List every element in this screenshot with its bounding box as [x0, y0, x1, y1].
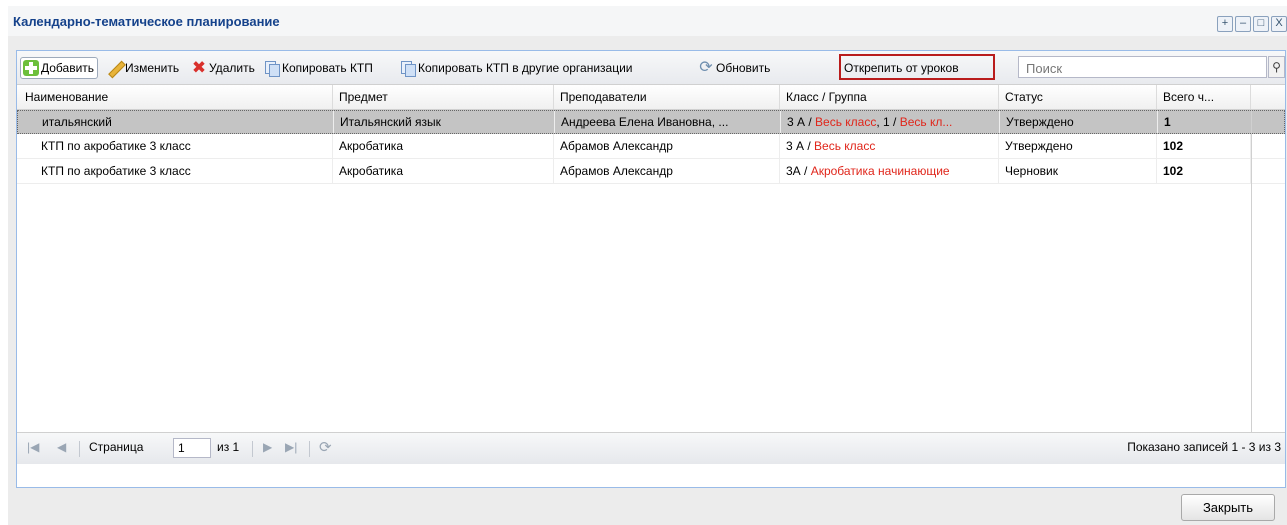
cell-subject: Итальянский язык: [334, 111, 555, 133]
cell-class-group: 3 А / Весь класс, 1 / Весь кл...: [781, 111, 1000, 133]
cell-status: Утверждено: [999, 134, 1157, 158]
pencil-icon: [107, 60, 123, 76]
minimize-window-button[interactable]: –: [1235, 16, 1251, 32]
paging-toolbar: |◀ ◀ Страница из 1 ▶ ▶| ⟳ Показано запис…: [17, 432, 1285, 464]
class-separator: /: [889, 115, 900, 129]
page-label: Страница: [89, 440, 144, 454]
copy-icon: [400, 60, 416, 77]
cell-name: итальянский: [18, 111, 334, 133]
add-label: Добавить: [41, 61, 95, 75]
expand-window-button[interactable]: +: [1217, 16, 1233, 32]
class-name: 3 А: [787, 115, 806, 129]
last-page-icon[interactable]: ▶|: [285, 440, 297, 454]
grid-rows: итальянский Итальянский язык Андреева Ел…: [17, 110, 1285, 184]
ktp-window: Календарно-тематическое планирование + –…: [0, 0, 1287, 525]
page-number-input[interactable]: [173, 438, 211, 458]
class-separator: /: [805, 115, 816, 129]
column-header-subject[interactable]: Предмет: [333, 85, 554, 109]
cell-total-hours: 102: [1157, 159, 1251, 183]
cell-status: Черновик: [999, 159, 1157, 183]
table-row[interactable]: итальянский Итальянский язык Андреева Ел…: [17, 110, 1285, 134]
cell-name: КТП по акробатике 3 класс: [17, 134, 333, 158]
next-page-icon[interactable]: ▶: [263, 440, 272, 454]
cell-status: Утверждено: [1000, 111, 1158, 133]
delete-button[interactable]: ✖ Удалить: [191, 57, 255, 79]
column-header-status[interactable]: Статус: [999, 85, 1157, 109]
delete-x-icon: ✖: [191, 58, 207, 77]
refresh-label: Обновить: [716, 61, 771, 75]
grid-scroll-divider: [1251, 110, 1252, 432]
first-page-icon[interactable]: |◀: [27, 440, 39, 454]
close-window-button[interactable]: X: [1271, 16, 1287, 32]
cell-subject: Акробатика: [333, 134, 554, 158]
refresh-icon[interactable]: ⟳: [319, 438, 332, 456]
search-button[interactable]: ⚲: [1268, 56, 1285, 78]
copy-ktp-other-orgs-button[interactable]: Копировать КТП в другие организации: [400, 57, 632, 79]
class-name: , 1: [876, 115, 890, 129]
class-separator: /: [800, 164, 811, 178]
grid-toolbar: Добавить Изменить ✖ Удалить Копировать К…: [17, 51, 1285, 85]
column-header-class-group[interactable]: Класс / Группа: [780, 85, 999, 109]
table-row[interactable]: КТП по акробатике 3 класс Акробатика Абр…: [17, 159, 1285, 184]
cell-teachers: Абрамов Александр: [554, 134, 780, 158]
copy-ktp-button[interactable]: Копировать КТП: [264, 57, 373, 79]
class-separator: /: [804, 139, 815, 153]
pager-separator: [309, 441, 310, 457]
copy-icon: [264, 60, 280, 77]
edit-button[interactable]: Изменить: [107, 57, 179, 79]
column-header-name[interactable]: Наименование: [17, 85, 333, 109]
maximize-window-button[interactable]: □: [1253, 16, 1269, 32]
window-controls: + – □ X: [1217, 16, 1287, 32]
class-name: 3А: [786, 164, 801, 178]
table-row[interactable]: КТП по акробатике 3 класс Акробатика Абр…: [17, 134, 1285, 159]
search-field[interactable]: [1018, 56, 1267, 78]
cell-subject: Акробатика: [333, 159, 554, 183]
ktp-grid-panel: Добавить Изменить ✖ Удалить Копировать К…: [16, 50, 1286, 488]
close-button[interactable]: Закрыть: [1181, 494, 1275, 521]
pager-separator: [252, 441, 253, 457]
pager-separator: [79, 441, 80, 457]
refresh-button[interactable]: ⟳ Обновить: [698, 57, 770, 79]
column-header-total-hours[interactable]: Всего ч...: [1157, 85, 1251, 109]
add-button[interactable]: Добавить: [20, 57, 99, 79]
group-name: Весь класс: [814, 139, 876, 153]
search-icon: ⚲: [1272, 60, 1281, 74]
cell-name: КТП по акробатике 3 класс: [17, 159, 333, 183]
group-name: Весь кл...: [899, 115, 953, 129]
cell-class-group: 3А / Акробатика начинающие: [780, 159, 999, 183]
plus-icon: [23, 60, 39, 76]
prev-page-icon[interactable]: ◀: [57, 440, 66, 454]
title-bar: Календарно-тематическое планирование + –…: [8, 6, 1287, 36]
page-count-label: из 1: [217, 440, 240, 454]
edit-label: Изменить: [125, 61, 180, 75]
copy-other-label: Копировать КТП в другие организации: [418, 61, 633, 75]
window-title: Календарно-тематическое планирование: [13, 14, 280, 29]
cell-class-group: 3 А / Весь класс: [780, 134, 999, 158]
column-header-teachers[interactable]: Преподаватели: [554, 85, 780, 109]
unlink-from-lessons-button[interactable]: Открепить от уроков: [844, 57, 959, 79]
group-name: Весь класс: [815, 115, 877, 129]
delete-label: Удалить: [209, 61, 255, 75]
copy-ktp-label: Копировать КТП: [282, 61, 373, 75]
cell-total-hours: 1: [1158, 111, 1252, 133]
refresh-icon: ⟳: [699, 59, 713, 76]
unlink-label: Открепить от уроков: [844, 61, 959, 75]
records-summary: Показано записей 1 - 3 из 3: [1127, 440, 1281, 454]
class-name: 3 А: [786, 139, 805, 153]
cell-teachers: Андреева Елена Ивановна, ...: [555, 111, 781, 133]
search-input[interactable]: [1024, 58, 1248, 78]
grid-header: Наименование Предмет Преподаватели Класс…: [17, 85, 1285, 110]
cell-total-hours: 102: [1157, 134, 1251, 158]
group-name: Акробатика начинающие: [810, 164, 950, 178]
cell-teachers: Абрамов Александр: [554, 159, 780, 183]
